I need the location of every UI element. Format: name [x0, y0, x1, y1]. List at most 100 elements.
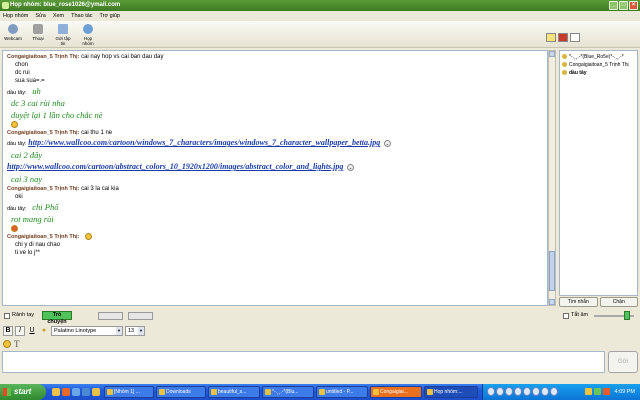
message-link[interactable]: http://www.wallcoo.com/cartoon/abstract_…: [7, 162, 343, 171]
taskbar: start [Nhóm 1] ... Downloads beautiful_s…: [0, 384, 640, 400]
font-size-select[interactable]: 13 ▼: [125, 326, 145, 336]
chat-line: cai 3 nay: [11, 174, 43, 185]
task-label: [Nhóm 1] ...: [114, 389, 140, 395]
chat-message: Congaigiaitoan_5 Trịnh Thị: cai thu 1 ne: [7, 129, 543, 137]
send-file-button[interactable]: Gửi tập tin: [53, 21, 73, 47]
media-button[interactable]: [505, 387, 513, 396]
maximize-button[interactable]: □: [619, 1, 628, 10]
voice-label: Thoại: [32, 36, 44, 41]
hands-free-checkbox[interactable]: [4, 313, 10, 319]
chat-message: Congaigiaitoan_5 Trịnh Thị:: [7, 233, 543, 241]
voice-button[interactable]: Thoại: [28, 21, 48, 47]
message-text: uh: [32, 86, 41, 96]
scroll-down-icon[interactable]: [549, 299, 555, 305]
media-button[interactable]: [496, 387, 504, 396]
task-label: Họp nhóm:...: [434, 389, 463, 395]
font-select[interactable]: Palatino Linotype ▼: [51, 326, 123, 336]
status-icon[interactable]: [546, 33, 556, 42]
volume-box-1[interactable]: [98, 312, 123, 320]
message-link[interactable]: http://www.wallcoo.com/cartoon/windows_7…: [28, 138, 380, 147]
font-size: 13: [128, 328, 135, 334]
menu-hop-nhom[interactable]: Họp nhóm: [3, 11, 28, 21]
media-button[interactable]: [532, 387, 540, 396]
menu-xem[interactable]: Xem: [53, 11, 64, 21]
taskbar-item[interactable]: Downloads: [156, 386, 206, 398]
media-button[interactable]: [550, 387, 558, 396]
message-input[interactable]: [2, 351, 605, 373]
mute-checkbox[interactable]: [563, 313, 569, 319]
tray-icon[interactable]: [594, 388, 601, 395]
taskbar-item[interactable]: [Nhóm 1] ...: [104, 386, 154, 398]
desktop-icon[interactable]: [72, 388, 80, 396]
chat-line: ti ve lo j**: [15, 250, 41, 257]
menu-thao-tac[interactable]: Thao tác: [71, 11, 92, 21]
emoticon-icon[interactable]: [3, 340, 11, 348]
task-label: *-.¸¸.-*(Blu...: [272, 389, 299, 395]
flag-icon[interactable]: [558, 33, 568, 42]
sender-name: Congaigiaitoan_5 Trịnh Thị:: [7, 54, 80, 60]
participant-item[interactable]: Congaigiaitoan_5 Trịnh Thị: [562, 61, 635, 69]
volume-slider[interactable]: [594, 311, 634, 320]
taskbar-item[interactable]: Congaigiai...: [370, 386, 422, 398]
italic-button[interactable]: I: [15, 326, 25, 336]
folder-icon[interactable]: [92, 388, 100, 396]
block-button[interactable]: Chặn: [599, 297, 638, 307]
smiley-icon: [11, 121, 18, 128]
minimize-button[interactable]: _: [609, 1, 618, 10]
talk-button[interactable]: Trò chuyện: [42, 311, 72, 325]
underline-button[interactable]: U: [27, 326, 37, 336]
text-format-icon[interactable]: T: [14, 340, 20, 349]
invite-button[interactable]: Tìm nhắn: [559, 297, 598, 307]
participant-item[interactable]: dầu tây: [562, 69, 635, 77]
firefox-icon[interactable]: [62, 388, 70, 396]
sender-name: Congaigiaitoan_5 Trịnh Thị:: [7, 130, 80, 137]
webcam-button[interactable]: Webcam: [3, 21, 23, 47]
menu-tro-giup[interactable]: Trợ giúp: [100, 11, 121, 21]
participant-item[interactable]: *-.¸¸.-*(Blue_Ro5e)*-.¸¸.-*: [562, 53, 635, 61]
taskbar-item[interactable]: beautiful_s...: [208, 386, 260, 398]
chat-log[interactable]: Congaigiaitoan_5 Trịnh Thị: cai nay hop …: [2, 50, 548, 306]
chat-scrollbar[interactable]: [548, 50, 556, 306]
menu-sua[interactable]: Sửa: [35, 11, 45, 21]
scroll-thumb[interactable]: [549, 251, 555, 291]
color-icon[interactable]: ●: [39, 326, 49, 336]
media-button[interactable]: [541, 387, 549, 396]
media-button[interactable]: [523, 387, 531, 396]
media-button[interactable]: [487, 387, 495, 396]
volume-box-2[interactable]: [128, 312, 153, 320]
slider-thumb[interactable]: [624, 311, 630, 320]
conference-button[interactable]: Họp nhóm: [78, 21, 98, 47]
chat-line: rot mang rùi: [11, 214, 54, 225]
quicklaunch-icon[interactable]: [52, 388, 60, 396]
chevron-down-icon[interactable]: ▼: [116, 327, 122, 335]
chat-message: dầu tây: chi Phố: [7, 201, 543, 213]
start-label: start: [14, 387, 32, 396]
taskbar-item-active[interactable]: Họp nhóm:...: [424, 386, 478, 398]
taskbar-item[interactable]: untitled - P...: [316, 386, 368, 398]
taskbar-item[interactable]: *-.¸¸.-*(Blu...: [262, 386, 314, 398]
webcam-small-icon[interactable]: [570, 33, 580, 42]
chat-message: Congaigiaitoan_5 Trịnh Thị: cai nay hop …: [7, 53, 543, 61]
message-text: cai 3 la cai kia: [81, 186, 119, 193]
scroll-up-icon[interactable]: [549, 51, 555, 57]
chat-line: [7, 225, 543, 233]
close-button[interactable]: ×: [629, 1, 638, 10]
tray-icon[interactable]: [603, 388, 610, 395]
ie-icon[interactable]: [82, 388, 90, 396]
send-button[interactable]: Gửi: [608, 351, 638, 373]
media-button[interactable]: [514, 387, 522, 396]
task-label: beautiful_s...: [218, 389, 247, 395]
link-options-icon[interactable]: ⌄: [383, 140, 391, 147]
emoticon-bar: T: [3, 340, 20, 349]
webcam-label: Webcam: [4, 36, 22, 41]
tray-icon[interactable]: [585, 388, 592, 395]
bold-button[interactable]: B: [3, 326, 13, 336]
chat-line: http://www.wallcoo.com/cartoon/abstract_…: [7, 161, 543, 173]
chevron-down-icon[interactable]: ▼: [138, 327, 144, 335]
start-button[interactable]: start: [0, 384, 46, 400]
message-text: chi Phố: [32, 202, 59, 213]
user-icon: [562, 62, 567, 68]
chat-message: dầu tây: http://www.wallcoo.com/cartoon/…: [7, 137, 543, 149]
participant-list: *-.¸¸.-*(Blue_Ro5e)*-.¸¸.-* Congaigiaito…: [559, 50, 638, 296]
link-options-icon[interactable]: ⌄: [347, 164, 355, 171]
